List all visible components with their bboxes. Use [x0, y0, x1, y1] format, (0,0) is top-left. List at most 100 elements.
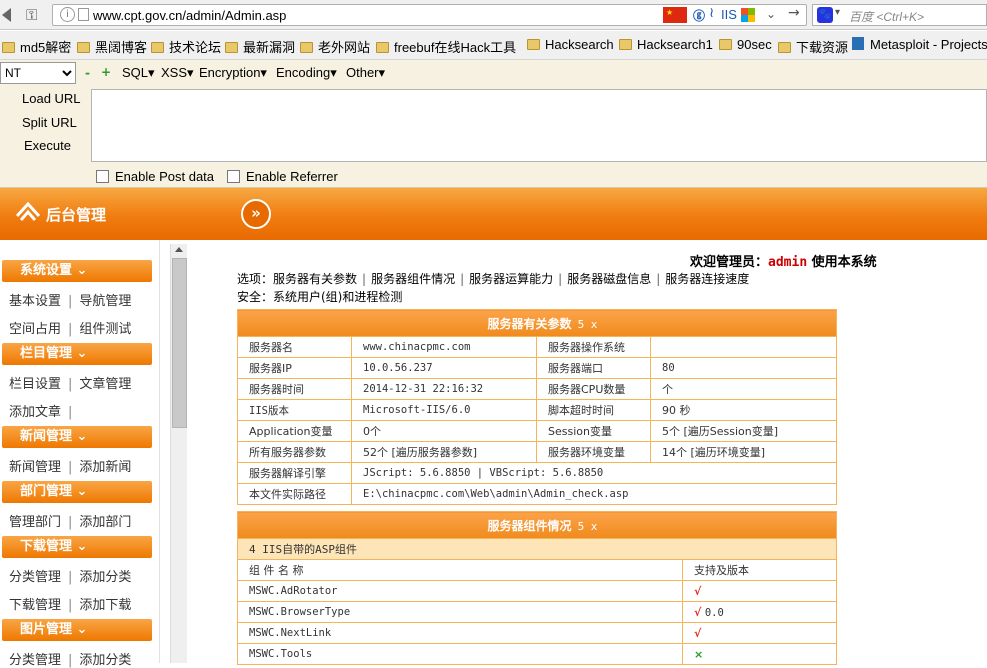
bookmark-item[interactable]: Hacksearch — [527, 37, 614, 52]
menu-sql[interactable]: SQL▾ — [122, 65, 155, 81]
bookmark-item[interactable]: Hacksearch1 — [619, 37, 713, 52]
close-button[interactable]: 5 x — [578, 318, 598, 331]
session-link[interactable]: 5个 [遍历Session变量] — [650, 420, 837, 442]
menu-other[interactable]: Other▾ — [346, 65, 385, 81]
table-row: MSWC.NextLink √ — [237, 622, 837, 644]
execute-button[interactable]: Execute — [24, 138, 71, 153]
search-dropdown-icon[interactable]: ▾ — [835, 7, 840, 18]
bookmark-item[interactable]: Metasploit - Projects — [852, 37, 987, 52]
sidebar-link[interactable]: 组件测试 — [79, 322, 131, 337]
option-link[interactable]: 服务器有关参数 — [273, 272, 357, 286]
toggle-sidebar-button[interactable]: » — [241, 199, 271, 229]
option-link[interactable]: 服务器磁盘信息 — [567, 272, 651, 286]
components-table: 服务器组件情况 5 x 4 IIS自带的ASP组件 组 件 名 称支持及版本 MS… — [237, 511, 837, 665]
sidebar-section-download[interactable]: 下载管理 ⌄ — [2, 536, 152, 558]
sidebar-link[interactable]: 添加部门 — [79, 515, 131, 530]
minus-icon[interactable]: - — [85, 66, 90, 80]
option-link[interactable]: 服务器连接速度 — [665, 272, 749, 286]
sidebar-link[interactable]: 添加文章 — [9, 405, 61, 420]
sidebar-link[interactable]: 添加分类 — [79, 653, 131, 668]
sidebar-link[interactable]: 栏目设置 — [9, 377, 61, 392]
menu-encryption[interactable]: Encryption▾ — [199, 65, 267, 81]
sidebar-link[interactable]: 空间占用 — [9, 322, 61, 337]
scrollbar-thumb[interactable] — [172, 258, 187, 428]
close-button[interactable]: 5 x — [578, 520, 598, 533]
sidebar-link[interactable]: 管理部门 — [9, 515, 61, 530]
sidebar-section-column[interactable]: 栏目管理 ⌄ — [2, 343, 152, 365]
windows-icon — [741, 8, 755, 22]
table-row: MSWC.BrowserType √ 0.0 — [237, 601, 837, 623]
bookmark-item[interactable]: 最新漏洞 — [225, 37, 295, 56]
menu-encoding[interactable]: Encoding▾ — [276, 65, 337, 81]
sidebar-link[interactable]: 分类管理 — [9, 570, 61, 585]
bookmark-item[interactable]: 90sec — [719, 37, 772, 52]
table-row: Application变量 0个 Session变量 5个 [遍历Session变量] — [237, 420, 837, 442]
table-header-row: 组 件 名 称支持及版本 — [237, 559, 837, 581]
sidebar-row: 新闻管理 | 添加新闻 — [9, 460, 132, 475]
sidebar-section-news[interactable]: 新闻管理 ⌄ — [2, 426, 152, 448]
sidebar-link[interactable]: 下载管理 — [9, 598, 61, 613]
search-placeholder: 百度 <Ctrl+K> — [849, 10, 925, 24]
admin-header: 后台管理 » — [0, 188, 987, 240]
bookmark-item[interactable]: 下载资源 — [778, 37, 848, 56]
info-icon[interactable]: i — [60, 7, 75, 22]
sidebar-link[interactable]: 添加下载 — [79, 598, 131, 613]
checkbox-box[interactable] — [96, 170, 109, 183]
table-row: IIS版本 Microsoft-IIS/6.0 脚本超时时间 90 秒 — [237, 399, 837, 421]
enable-referrer-checkbox[interactable]: Enable Referrer — [227, 169, 338, 184]
server-params-table: 服务器有关参数 5 x 服务器名 www.chinacpmc.com 服务器操作系统 … — [237, 309, 837, 505]
sidebar-link[interactable]: 添加分类 — [79, 570, 131, 585]
option-link[interactable]: 服务器组件情况 — [371, 272, 455, 286]
load-url-button[interactable]: Load URL — [22, 91, 81, 106]
table-row: MSWC.AdRotator √ — [237, 580, 837, 602]
search-box[interactable]: 🐾 ▾ 百度 <Ctrl+K> — [812, 4, 987, 26]
sidebar-section-system[interactable]: 系统设置 ⌄ — [2, 260, 152, 282]
option-link[interactable]: 服务器运算能力 — [469, 272, 553, 286]
sidebar-link[interactable]: 导航管理 — [79, 294, 131, 309]
sidebar-link[interactable]: 文章管理 — [79, 377, 131, 392]
key-icon: ⚿ — [26, 6, 38, 24]
scrollbar[interactable] — [170, 244, 187, 663]
split-url-button[interactable]: Split URL — [22, 115, 77, 130]
security-link[interactable]: 安全：系统用户(组)和进程检测 — [237, 288, 402, 305]
hackbar-url-textarea[interactable] — [91, 89, 987, 162]
sidebar-section-department[interactable]: 部门管理 ⌄ — [2, 481, 152, 503]
folder-icon — [151, 42, 164, 53]
server-params-link[interactable]: 52个 [遍历服务器参数] — [351, 441, 537, 463]
sidebar-link[interactable]: 添加新闻 — [79, 460, 131, 475]
sidebar-link[interactable]: 新闻管理 — [9, 460, 61, 475]
sidebar-row: 添加文章 | — [9, 405, 73, 420]
checkbox-box[interactable] — [227, 170, 240, 183]
folder-icon — [719, 39, 732, 50]
folder-icon — [77, 42, 90, 53]
reload-icon[interactable]: → — [788, 5, 800, 21]
url-input[interactable]: i www.cpt.gov.cn/admin/Admin.asp ★ ⓖ ≀ I… — [52, 4, 807, 26]
hackbar-select[interactable]: NT — [0, 62, 76, 84]
dropdown-icon[interactable]: ⌄ — [766, 7, 776, 21]
table-title: 服务器有关参数 — [487, 316, 572, 331]
env-vars-link[interactable]: 14个 [遍历环境变量] — [650, 441, 837, 463]
sidebar-section-images[interactable]: 图片管理 ⌄ — [2, 619, 152, 641]
plus-icon[interactable]: + — [101, 65, 111, 79]
scroll-up-icon[interactable] — [175, 247, 183, 252]
sidebar: 系统设置 ⌄ 基本设置 | 导航管理 空间占用 | 组件测试 栏目管理 ⌄ 栏目设置 | 文… — [0, 240, 160, 668]
cross-icon: × — [694, 647, 704, 661]
enable-post-checkbox[interactable]: Enable Post data — [96, 169, 214, 184]
bookmark-item[interactable]: 黑阔博客 — [77, 37, 147, 56]
check-icon: √ — [694, 584, 702, 598]
bookmark-item[interactable]: 老外网站 — [300, 37, 370, 56]
table-row: MSWC.Tools × — [237, 643, 837, 665]
table-row: 服务器时间 2014-12-31 22:16:32 服务器CPU数量个 — [237, 378, 837, 400]
sidebar-link[interactable]: 分类管理 — [9, 653, 61, 668]
sidebar-row: 基本设置 | 导航管理 — [9, 294, 132, 309]
folder-icon — [527, 39, 540, 50]
sidebar-link[interactable]: 基本设置 — [9, 294, 61, 309]
ie-icon: ⓖ — [693, 9, 706, 23]
menu-xss[interactable]: XSS▾ — [161, 65, 194, 81]
bookmark-item[interactable]: freebuf在线Hack工具 — [376, 37, 516, 56]
bookmark-item[interactable]: md5解密 — [2, 37, 71, 56]
bookmark-item[interactable]: 技术论坛 — [151, 37, 221, 56]
folder-icon — [300, 42, 313, 53]
options-nav: 选项：服务器有关参数 | 服务器组件情况 | 服务器运算能力 | 服务器磁盘信息 | 服务器连接… — [237, 272, 750, 286]
back-arrow-icon[interactable] — [2, 8, 11, 22]
